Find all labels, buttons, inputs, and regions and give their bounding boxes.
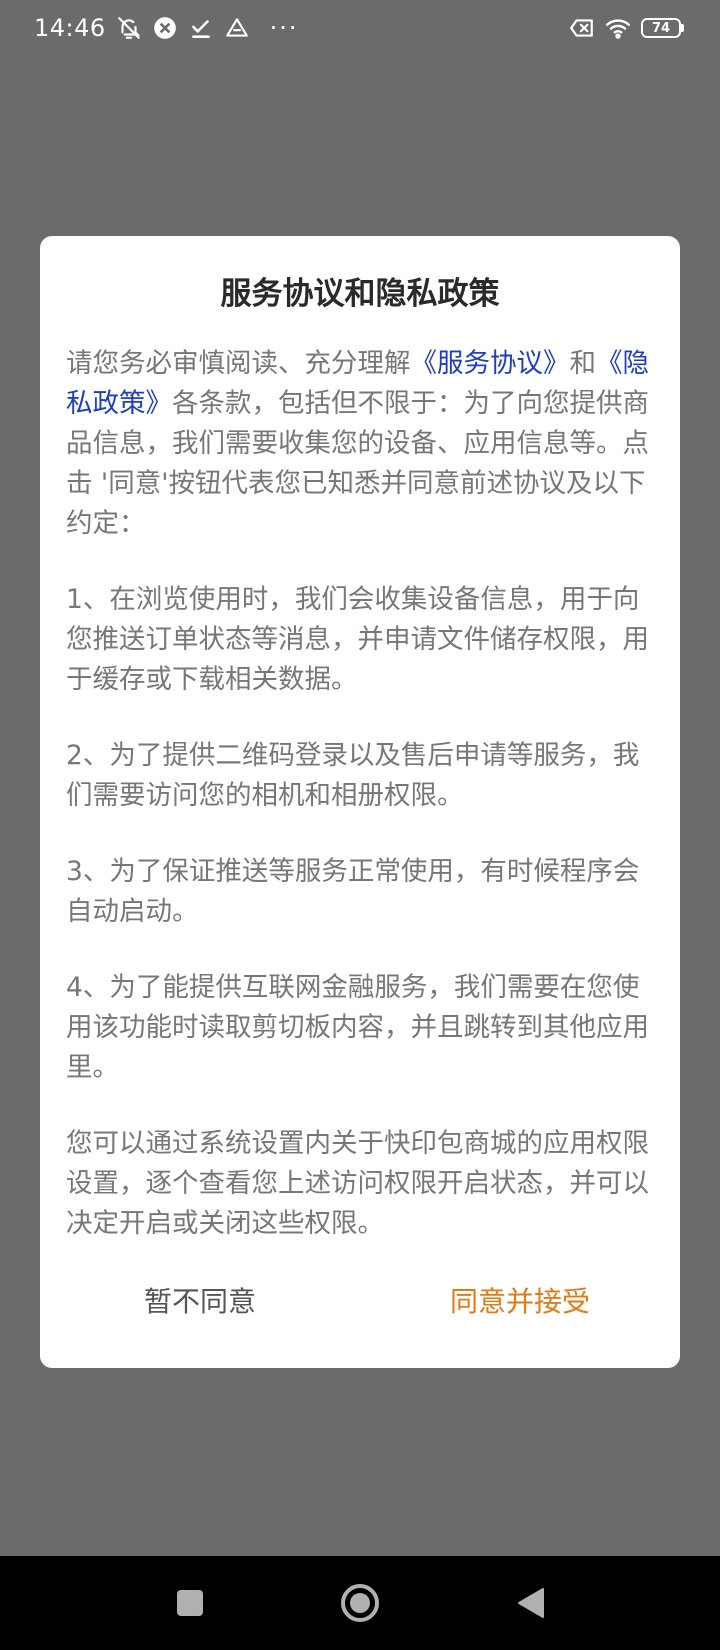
recents-button[interactable]	[160, 1573, 220, 1633]
sync-icon	[152, 15, 178, 41]
decline-button[interactable]: 暂不同意	[40, 1272, 360, 1328]
intro-paragraph: 请您务必审慎阅读、充分理解《服务协议》和《隐私政策》各条款，包括但不限于：为了向…	[66, 344, 654, 544]
sim-x-icon	[569, 15, 595, 41]
circle-icon	[341, 1584, 379, 1622]
list-item: 4、为了能提供互联网金融服务，我们需要在您使用该功能时读取剪切板内容，并且跳转到…	[66, 972, 649, 1083]
square-icon	[177, 1590, 203, 1616]
status-bar: 14:46 ··· 74	[0, 0, 720, 56]
intro-text-1: 请您务必审慎阅读、充分理解	[66, 348, 411, 379]
list-item: 2、为了提供二维码登录以及售后申请等服务，我们需要访问您的相机和相册权限。	[66, 740, 640, 811]
status-time: 14:46	[34, 14, 106, 42]
dialog-body: 请您务必审慎阅读、充分理解《服务协议》和《隐私政策》各条款，包括但不限于：为了向…	[66, 344, 654, 1244]
battery-tip	[681, 24, 684, 32]
privacy-dialog: 服务协议和隐私政策 请您务必审慎阅读、充分理解《服务协议》和《隐私政策》各条款，…	[40, 236, 680, 1368]
status-left: 14:46 ···	[34, 14, 299, 42]
battery-level: 74	[641, 18, 681, 38]
list-item: 3、为了保证推送等服务正常使用，有时候程序会自动启动。	[66, 856, 640, 927]
back-button[interactable]	[500, 1573, 560, 1633]
service-agreement-link[interactable]: 《服务协议》	[411, 348, 570, 379]
navigation-bar	[0, 1556, 720, 1650]
accept-button[interactable]: 同意并接受	[360, 1272, 680, 1328]
intro-text-2: 和	[569, 348, 597, 379]
home-button[interactable]	[330, 1573, 390, 1633]
battery-icon: 74	[641, 18, 684, 38]
dialog-title: 服务协议和隐私政策	[220, 276, 500, 312]
drive-icon	[224, 15, 250, 41]
list-item: 1、在浏览使用时，我们会收集设备信息，用于向您推送订单状态等消息，并申请文件储存…	[66, 584, 649, 695]
alarm-off-icon	[116, 15, 142, 41]
dialog-actions: 暂不同意 同意并接受	[40, 1272, 680, 1328]
wifi-icon	[605, 15, 631, 41]
back-triangle-icon	[518, 1588, 544, 1618]
more-notifications-indicator: ···	[269, 14, 299, 42]
check-icon	[188, 15, 214, 41]
status-right: 74	[569, 15, 684, 41]
closing-paragraph: 您可以通过系统设置内关于快印包商城的应用权限设置，逐个查看您上述访问权限开启状态…	[66, 1128, 649, 1239]
